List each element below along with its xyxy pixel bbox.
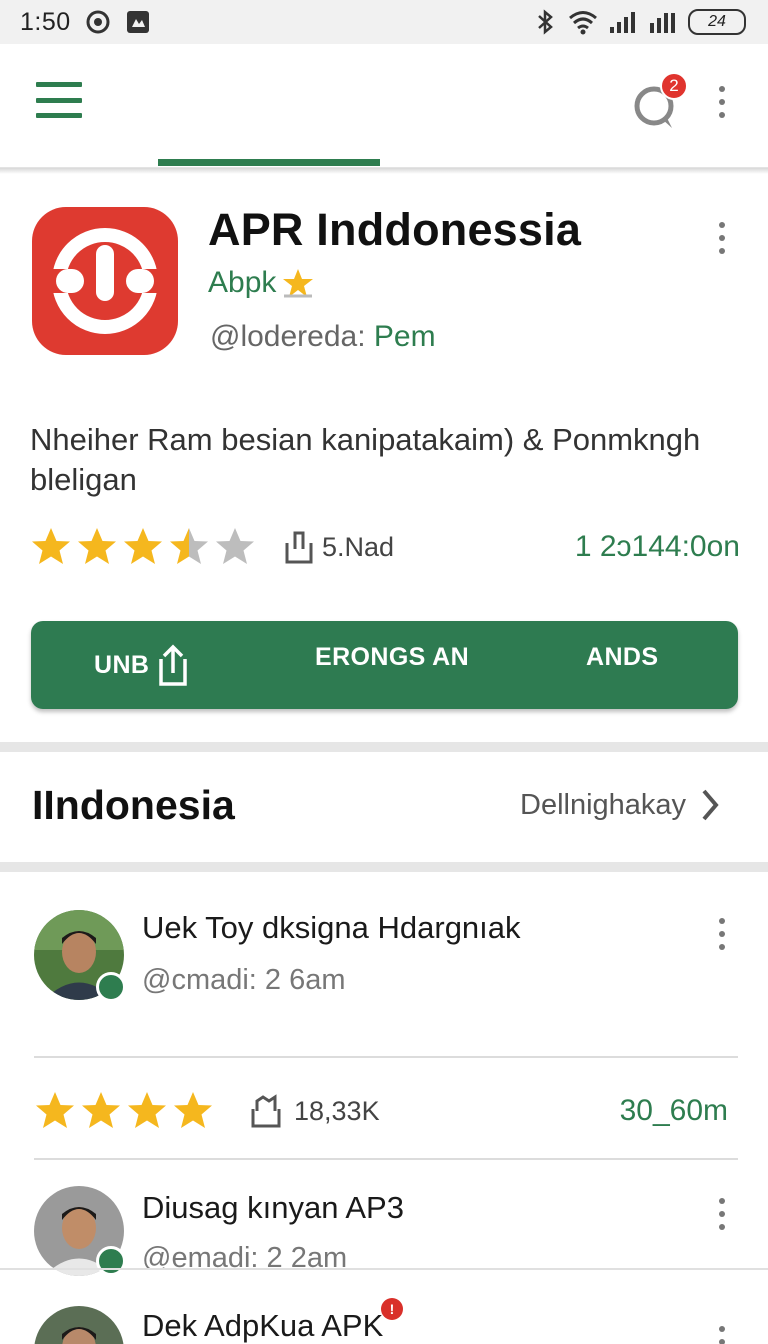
verified-badge <box>96 1246 126 1276</box>
meta-prefix: @lodereda: <box>210 320 374 353</box>
app-more-icon[interactable] <box>714 222 730 254</box>
download-icon <box>285 531 313 564</box>
status-bar: 1:50 24 <box>0 0 768 44</box>
item-downloads-stat: 18,33K <box>244 1093 380 1129</box>
signal-icon <box>610 12 635 33</box>
list-divider <box>34 1056 738 1058</box>
gallery-icon <box>126 11 149 33</box>
item-more-icon[interactable] <box>714 1326 730 1344</box>
action-second-label: ERONGS AN <box>315 643 470 671</box>
sync-icon <box>86 10 110 34</box>
section-divider-bottom <box>0 862 768 872</box>
chevron-right-icon <box>702 789 719 821</box>
sheet-edge <box>0 1268 768 1270</box>
bluetooth-icon <box>538 9 553 35</box>
chat-button[interactable]: 2 <box>630 72 688 130</box>
item-size: 30_60m <box>619 1094 728 1127</box>
download-icon <box>251 1094 281 1128</box>
star-icon <box>82 1092 120 1128</box>
action-third-label: ANDS <box>586 643 659 671</box>
star-icon <box>216 528 254 564</box>
star-icon <box>32 528 70 564</box>
app-description: Nheiher Ram besian kanipatakaim) & Ponmk… <box>30 422 701 497</box>
star-icon <box>78 528 116 564</box>
menu-icon[interactable] <box>36 82 82 118</box>
star-icon <box>36 1092 74 1128</box>
action-first-label: UNB <box>94 650 150 679</box>
battery-level: 24 <box>708 13 726 30</box>
tab-indicator <box>158 159 380 166</box>
app-title: APR Inddonessia <box>208 204 582 255</box>
developer-link[interactable]: Abpk <box>208 266 316 300</box>
more-vert-icon[interactable] <box>714 86 730 118</box>
item-more-icon[interactable] <box>714 1198 730 1230</box>
rating-stars <box>30 526 256 568</box>
item-more-icon[interactable] <box>714 918 730 950</box>
action-third[interactable]: ANDS <box>586 643 658 672</box>
section-title: IIndonesia <box>32 782 235 828</box>
alert-badge: ! <box>381 1298 403 1320</box>
editor-choice-icon <box>283 269 314 298</box>
action-bar: UNB ERONGS AN ANDS <box>31 621 738 709</box>
person-photo <box>34 1306 124 1344</box>
downloads-count: 5.Nad <box>322 531 395 562</box>
section-header: IIndonesia Dellnighakay <box>0 752 768 862</box>
installs-count: 1 2ɔ144:0on <box>574 530 740 563</box>
developer-name: Abpk <box>208 266 277 299</box>
signal-2-icon <box>650 13 675 33</box>
star-icon <box>174 1092 212 1128</box>
star-icon <box>170 528 208 564</box>
list-divider <box>34 1158 738 1160</box>
item-downloads-count: 18,33K <box>294 1095 380 1126</box>
appbar-shadow <box>0 168 768 174</box>
item-stats-row: 18,33K 30_60m <box>34 1086 728 1136</box>
section-divider <box>0 742 768 752</box>
meta-suffix: Pem <box>373 320 436 353</box>
app-meta: @lodereda: Pem <box>210 320 436 354</box>
star-icon <box>128 1092 166 1128</box>
section-link-label: Dellnighakay <box>520 788 687 821</box>
battery-indicator: 24 <box>688 9 746 35</box>
list-item-title[interactable]: Dek AdpKua APK <box>142 1308 383 1344</box>
app-icon[interactable] <box>32 207 178 355</box>
app-stats-row: 5.Nad 1 2ɔ144:0on <box>30 522 740 572</box>
item-rating-stars <box>34 1090 214 1132</box>
list-item-subtitle: @cmadi: 2 6am <box>142 964 346 996</box>
action-second[interactable]: ERONGS AN <box>315 643 469 672</box>
status-time: 1:50 <box>20 7 71 36</box>
downloads-stat: 5.Nad <box>282 529 394 565</box>
list-item-title[interactable]: Diusag kınyan AP3 <box>142 1190 404 1226</box>
action-first[interactable]: UNB <box>94 643 191 687</box>
upload-icon <box>159 644 188 686</box>
app-logo <box>32 228 178 334</box>
star-icon <box>124 528 162 564</box>
section-see-more[interactable]: Dellnighakay <box>520 788 720 822</box>
list-item-subtitle: @emadi: 2 2am <box>142 1242 348 1268</box>
avatar[interactable] <box>34 1306 124 1344</box>
wifi-icon <box>569 11 597 35</box>
notification-badge: 2 <box>660 72 688 100</box>
verified-badge <box>96 972 126 1002</box>
list-item-title[interactable]: Uek Toy dksigna Hdargnıak <box>142 910 521 946</box>
top-app-bar: 2 <box>0 44 768 168</box>
